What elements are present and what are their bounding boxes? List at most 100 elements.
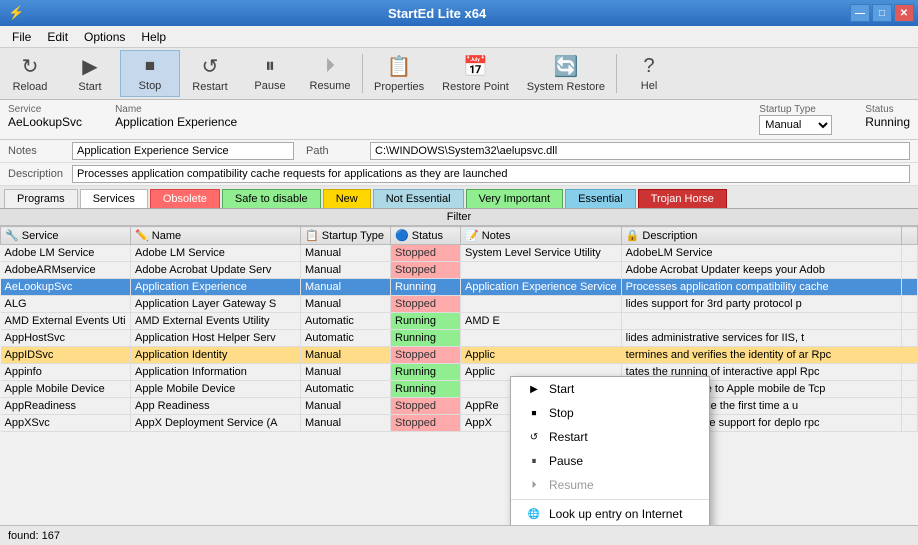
table-body: Adobe LM ServiceAdobe LM ServiceManualSt…: [1, 245, 918, 432]
pause-button[interactable]: ⏸ Pause: [240, 50, 300, 97]
cell-notes: Application Experience Service: [461, 279, 622, 296]
cell-service: AppIDSvc: [1, 347, 131, 364]
menu-edit[interactable]: Edit: [39, 28, 76, 45]
cell-startup: Manual: [301, 279, 391, 296]
help-button[interactable]: ? Hel: [619, 50, 679, 97]
table-row[interactable]: AppReadinessApp ReadinessManualStoppedAp…: [1, 398, 918, 415]
menu-file[interactable]: File: [4, 28, 39, 45]
notes-input[interactable]: [72, 142, 294, 160]
description-row: Description: [0, 163, 918, 186]
cell-service: AMD External Events Uti: [1, 313, 131, 330]
cell-description: Processes application compatibility cach…: [621, 279, 901, 296]
resume-button[interactable]: ⏵ Resume: [300, 50, 360, 97]
app-icon: ⚡: [8, 5, 24, 21]
tab-very-important[interactable]: Very Important: [466, 189, 564, 208]
path-input[interactable]: [370, 142, 910, 160]
stop-button[interactable]: ⏹ Stop: [120, 50, 180, 97]
menu-help[interactable]: Help: [133, 28, 174, 45]
cell-name: Application Experience: [131, 279, 301, 296]
table-row[interactable]: Apple Mobile DeviceApple Mobile DeviceAu…: [1, 381, 918, 398]
col-notes[interactable]: 📝 Notes: [461, 227, 622, 245]
help-icon: ?: [643, 55, 654, 78]
col-startup[interactable]: 📋 Startup Type: [301, 227, 391, 245]
col-status[interactable]: 🔵 Status: [391, 227, 461, 245]
menu-options[interactable]: Options: [76, 28, 133, 45]
table-row[interactable]: AppinfoApplication InformationManualRunn…: [1, 364, 918, 381]
title-bar-left: ⚡: [0, 5, 24, 21]
found-count: found: 167: [8, 530, 60, 542]
tab-safe[interactable]: Safe to disable: [222, 189, 321, 208]
menu-bar: File Edit Options Help: [0, 26, 918, 48]
cell-startup: Manual: [301, 347, 391, 364]
startup-type-select[interactable]: Manual Automatic Disabled: [759, 115, 832, 135]
table-row[interactable]: AdobeARMserviceAdobe Acrobat Update Serv…: [1, 262, 918, 279]
ctx-lookup-icon: 🌐: [527, 509, 541, 520]
restart-button[interactable]: ↺ Restart: [180, 50, 240, 97]
cell-status: Stopped: [391, 262, 461, 279]
pause-icon: ⏸: [265, 55, 275, 78]
properties-icon: 📋: [387, 54, 412, 79]
tab-programs[interactable]: Programs: [4, 189, 78, 208]
table-row[interactable]: AppXSvcAppX Deployment Service (AManualS…: [1, 415, 918, 432]
main-content: Service AeLookupSvc Name Application Exp…: [0, 100, 918, 545]
ctx-restart[interactable]: ↺ Restart: [511, 425, 709, 449]
table-row[interactable]: AeLookupSvcApplication ExperienceManualR…: [1, 279, 918, 296]
col-service[interactable]: 🔧 Service: [1, 227, 131, 245]
tab-not-essential[interactable]: Not Essential: [373, 189, 464, 208]
restore-point-button[interactable]: 📅 Restore Point: [433, 50, 518, 97]
tab-obsolete[interactable]: Obsolete: [150, 189, 220, 208]
ctx-start-icon: ▶: [527, 384, 541, 395]
table-row[interactable]: Adobe LM ServiceAdobe LM ServiceManualSt…: [1, 245, 918, 262]
ctx-start[interactable]: ▶ Start: [511, 377, 709, 401]
restore-button[interactable]: □: [872, 4, 892, 22]
ctx-lookup[interactable]: 🌐 Look up entry on Internet: [511, 502, 709, 525]
ctx-pause-icon: ⏸: [527, 456, 541, 467]
toolbar-separator-2: [616, 54, 617, 93]
stop-label: Stop: [139, 80, 162, 92]
cell-service: Appinfo: [1, 364, 131, 381]
cell-status: Running: [391, 330, 461, 347]
cell-name: AMD External Events Utility: [131, 313, 301, 330]
tab-essential[interactable]: Essential: [565, 189, 636, 208]
table-row[interactable]: ALGApplication Layer Gateway SManualStop…: [1, 296, 918, 313]
tab-trojan[interactable]: Trojan Horse: [638, 189, 727, 208]
reload-button[interactable]: ↻ Reload: [0, 50, 60, 97]
context-menu: ▶ Start ⏹ Stop ↺ Restart ⏸ Pause ⏵ Resum…: [510, 376, 710, 525]
cell-description: termines and verifies the identity of ar…: [621, 347, 901, 364]
table-container[interactable]: 🔧 Service ✏️ Name 📋 Startup Type 🔵 Statu…: [0, 226, 918, 525]
table-row[interactable]: AMD External Events UtiAMD External Even…: [1, 313, 918, 330]
cell-description: [621, 313, 901, 330]
tab-services[interactable]: Services: [80, 189, 148, 208]
col-name[interactable]: ✏️ Name: [131, 227, 301, 245]
tab-new[interactable]: New: [323, 189, 371, 208]
ctx-pause[interactable]: ⏸ Pause: [511, 449, 709, 473]
cell-startup: Manual: [301, 296, 391, 313]
minimize-button[interactable]: —: [850, 4, 870, 22]
description-input[interactable]: [72, 165, 910, 183]
cell-notes: AMD E: [461, 313, 622, 330]
ctx-resume[interactable]: ⏵ Resume: [511, 473, 709, 497]
close-button[interactable]: ✕: [894, 4, 914, 22]
cell-status: Running: [391, 381, 461, 398]
ctx-sep-1: [511, 499, 709, 500]
resume-label: Resume: [310, 80, 351, 92]
services-table: 🔧 Service ✏️ Name 📋 Startup Type 🔵 Statu…: [0, 226, 918, 432]
properties-button[interactable]: 📋 Properties: [365, 50, 433, 97]
cell-empty: [902, 279, 918, 296]
table-row[interactable]: AppIDSvcApplication IdentityManualStoppe…: [1, 347, 918, 364]
cell-empty: [902, 398, 918, 415]
ctx-stop-label: Stop: [549, 406, 574, 420]
name-value: Application Experience: [115, 115, 726, 129]
system-restore-button[interactable]: 🔄 System Restore: [518, 50, 614, 97]
cell-service: AeLookupSvc: [1, 279, 131, 296]
col-description[interactable]: 🔒 Description: [621, 227, 901, 245]
cell-startup: Automatic: [301, 381, 391, 398]
cell-notes: Applic: [461, 347, 622, 364]
table-row[interactable]: AppHostSvcApplication Host Helper ServAu…: [1, 330, 918, 347]
start-button[interactable]: ▶ Start: [60, 50, 120, 97]
cell-status: Stopped: [391, 245, 461, 262]
description-label: Description: [8, 168, 68, 180]
ctx-stop[interactable]: ⏹ Stop: [511, 401, 709, 425]
ctx-stop-icon: ⏹: [527, 408, 541, 419]
system-restore-label: System Restore: [527, 81, 605, 93]
